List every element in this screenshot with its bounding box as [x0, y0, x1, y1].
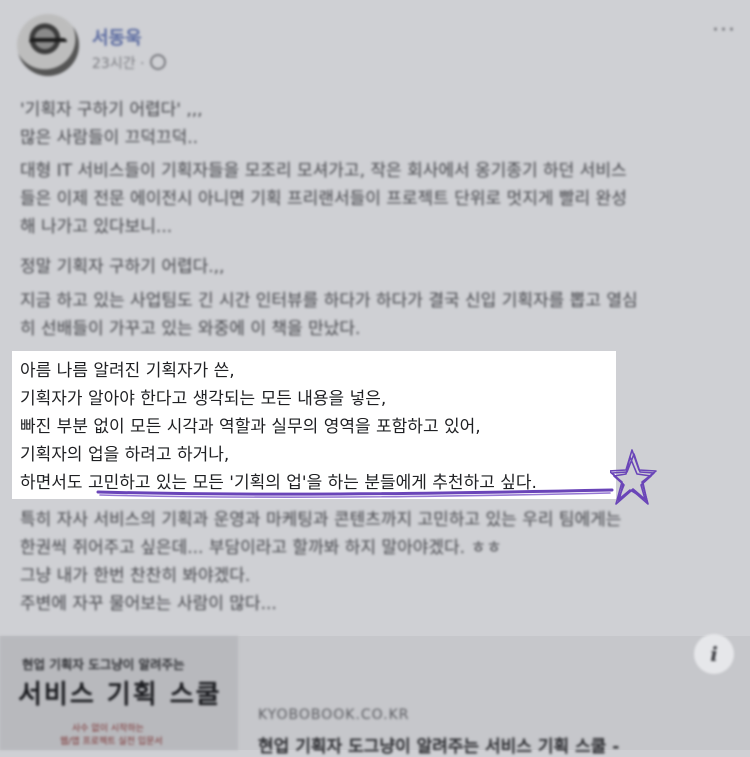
link-domain: KYOBOBOOK.CO.KR [258, 707, 410, 723]
post-timestamp[interactable]: 23시간 · [92, 53, 167, 73]
book-cover-subtitle: 현업 기획자 도그냥이 알려주는 [22, 657, 185, 672]
post-paragraph-1: '기획자 구하기 어렵다' ,,, 많은 사람들이 끄덕끄덕.. [20, 100, 203, 148]
post-paragraph-5: 특히 자사 서비스의 기획과 운영과 마케팅과 콘텐츠까지 고민하고 있는 우리… [20, 510, 622, 614]
book-cover-title: 서비스 기획 스쿨 [18, 680, 222, 710]
post-paragraph-4: 지금 하고 있는 사업팀도 긴 시간 인터뷰를 하다가 하다가 결국 신입 기획… [20, 291, 638, 339]
book-cover-tagline-2: 웹/앱 프로젝트 실전 입문서 [60, 737, 163, 747]
post-header: 서동욱 23시간 · ··· [0, 0, 750, 90]
info-icon[interactable]: i [694, 634, 734, 674]
star-doodle-icon [610, 449, 657, 505]
book-cover-tagline-1: 사수 없이 시작하는 [72, 724, 144, 734]
highlight-line-2: 기획자가 알아야 한다고 생각되는 모든 내용을 넣은, [20, 389, 387, 409]
avatar[interactable] [17, 14, 79, 76]
highlighted-quote: 아름 나름 알려진 기획자가 쓴, 기획자가 알아야 한다고 생각되는 모든 내… [12, 351, 616, 499]
highlight-line-4: 기획자의 업을 하려고 하거나, [20, 445, 230, 465]
post-paragraph-3: 정말 기획자 구하기 어렵다.,, [20, 257, 225, 277]
highlight-line-1: 아름 나름 알려진 기획자가 쓴, [20, 361, 235, 381]
link-title[interactable]: 현업 기획자 도그냥이 알려주는 서비스 기획 스쿨 - [258, 732, 619, 757]
author-name[interactable]: 서동욱 [92, 24, 142, 50]
highlight-line-5: 하면서도 고민하고 있는 모든 '기획의 업'을 하는 분들에게 추천하고 싶다… [20, 473, 537, 493]
more-options-icon[interactable]: ··· [712, 18, 736, 43]
globe-icon [150, 54, 167, 70]
link-preview-card[interactable]: 현업 기획자 도그냥이 알려주는 서비스 기획 스쿨 사수 없이 시작하는 웹/… [0, 634, 750, 757]
highlight-line-3: 빠진 부분 없이 모든 시각과 역할과 실무의 영역을 포함하고 있어, [20, 417, 481, 437]
book-cover-thumbnail: 현업 기획자 도그냥이 알려주는 서비스 기획 스쿨 사수 없이 시작하는 웹/… [0, 636, 238, 750]
post-paragraph-2: 대형 IT 서비스들이 기획자들을 모조리 모셔가고, 작은 회사에서 옹기종기… [20, 161, 627, 237]
